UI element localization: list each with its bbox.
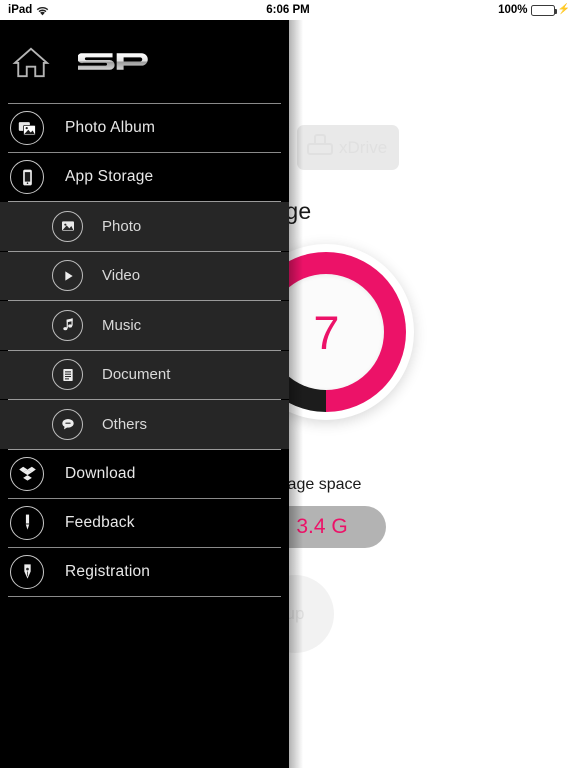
status-bar-right: 100% ⚡ — [498, 4, 570, 16]
submenu-item-document[interactable]: Document — [0, 350, 289, 399]
submenu-item-others[interactable]: Others — [0, 400, 289, 449]
sp-logo — [78, 51, 154, 73]
sidebar-item-photo-album[interactable]: Photo Album — [0, 104, 289, 152]
music-note-icon — [52, 309, 83, 341]
usb-drive-icon — [307, 133, 333, 162]
sidebar-item-feedback[interactable]: Feedback — [0, 498, 289, 547]
app-root: iPad 6:06 PM 100% ⚡ xDrive 7 Usage space… — [0, 0, 576, 768]
sidebar-item-label: Download — [65, 464, 136, 482]
ios-status-bar: iPad 6:06 PM 100% ⚡ — [0, 0, 576, 20]
submenu-item-video[interactable]: Video — [0, 251, 289, 300]
drawer-divider — [8, 595, 281, 597]
lightning-bolt-icon: ⚡ — [557, 4, 570, 15]
submenu-item-label: Photo — [102, 217, 142, 235]
document-icon — [52, 359, 83, 391]
submenu-item-label: Music — [102, 316, 142, 334]
status-bar-clock: 6:06 PM — [266, 4, 310, 16]
drawer-header — [0, 20, 289, 103]
drawer-shadow — [289, 20, 303, 768]
sidebar-item-label: Registration — [65, 562, 151, 580]
sidebar-item-app-storage[interactable]: App Storage — [0, 153, 289, 201]
submenu-item-label: Others — [102, 415, 148, 433]
photo-album-icon — [10, 111, 44, 145]
sidebar-item-label: Photo Album — [65, 119, 156, 136]
pencil-icon — [10, 505, 44, 540]
battery-icon — [530, 4, 557, 16]
pen-nib-icon — [10, 554, 44, 589]
image-icon — [52, 210, 83, 242]
battery-percent-label: 100% — [498, 4, 528, 16]
xdrive-label: xDrive — [339, 137, 388, 157]
speech-bubble-icon — [52, 408, 83, 440]
sidebar-item-label: Feedback — [65, 513, 135, 531]
sidebar-item-download[interactable]: Download — [0, 449, 289, 498]
home-icon[interactable] — [12, 45, 50, 79]
sidebar-item-label: App Storage — [65, 168, 154, 185]
sidebar-item-registration[interactable]: Registration — [0, 547, 289, 596]
phone-storage-icon — [10, 160, 44, 194]
submenu-item-photo[interactable]: Photo — [0, 202, 289, 251]
app-storage-submenu: Photo Video Music Document Others — [0, 201, 289, 450]
submenu-item-label: Document — [102, 366, 171, 384]
submenu-item-music[interactable]: Music — [0, 301, 289, 350]
xdrive-button[interactable]: xDrive — [297, 125, 399, 170]
play-icon — [52, 260, 83, 292]
submenu-item-label: Video — [102, 267, 141, 285]
side-drawer: Photo Album App Storage Photo Video Musi… — [0, 20, 289, 768]
download-icon — [10, 456, 44, 491]
